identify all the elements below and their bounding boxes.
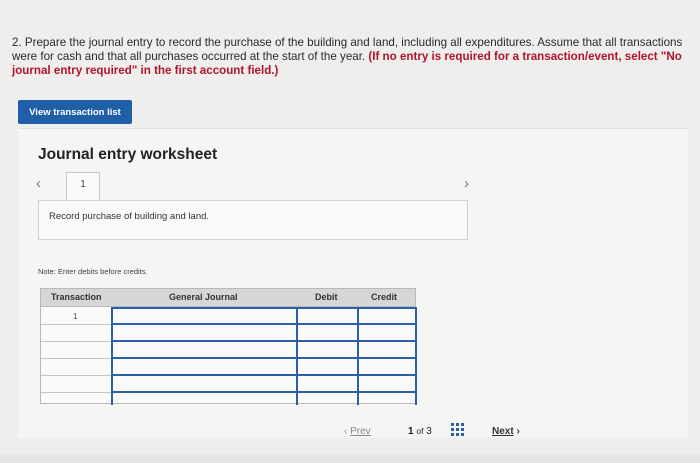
entry-description: Record purchase of building and land. (38, 200, 468, 240)
input-border (111, 323, 417, 325)
page-of: of (416, 426, 424, 436)
header-credit: Credit (371, 292, 398, 302)
chevron-left-small-icon: ‹ (344, 426, 348, 437)
bottom-strip (0, 454, 700, 463)
chevron-right-icon[interactable]: › (464, 175, 469, 192)
page-current: 1 (408, 426, 414, 437)
grid-icon[interactable] (451, 423, 465, 437)
input-border (111, 340, 417, 342)
account-field-edge[interactable] (111, 307, 113, 405)
page-total: 3 (426, 426, 432, 437)
header-debit: Debit (315, 292, 338, 302)
prev-label: Prev (350, 426, 371, 437)
debits-note: Note: Enter debits before credits. (38, 267, 148, 276)
chevron-right-small-icon: › (516, 426, 520, 437)
input-border (111, 374, 417, 376)
worksheet-title: Journal entry worksheet (38, 146, 218, 163)
transaction-number: 1 (73, 312, 78, 321)
table-header: Transaction General Journal Debit Credit (41, 289, 415, 307)
next-label: Next (492, 426, 514, 437)
question-text: 2. Prepare the journal entry to record t… (12, 36, 688, 78)
input-border (111, 307, 417, 309)
view-transaction-list-button[interactable]: View transaction list (18, 100, 132, 124)
chevron-left-icon[interactable]: ‹ (36, 175, 41, 192)
table-right-edge (415, 307, 417, 405)
header-transaction: Transaction (51, 292, 102, 302)
next-button[interactable]: Next › (492, 426, 520, 437)
journal-table: Transaction General Journal Debit Credit… (40, 288, 417, 405)
input-border (111, 357, 417, 359)
page-indicator: 1 of 3 (408, 426, 432, 437)
prev-button[interactable]: ‹ Prev (344, 426, 371, 437)
tab-entry-1[interactable]: 1 (66, 172, 100, 200)
input-border (111, 391, 417, 393)
debit-field-edge[interactable] (296, 307, 298, 405)
credit-field-edge[interactable] (357, 307, 359, 405)
header-general-journal: General Journal (169, 292, 238, 302)
